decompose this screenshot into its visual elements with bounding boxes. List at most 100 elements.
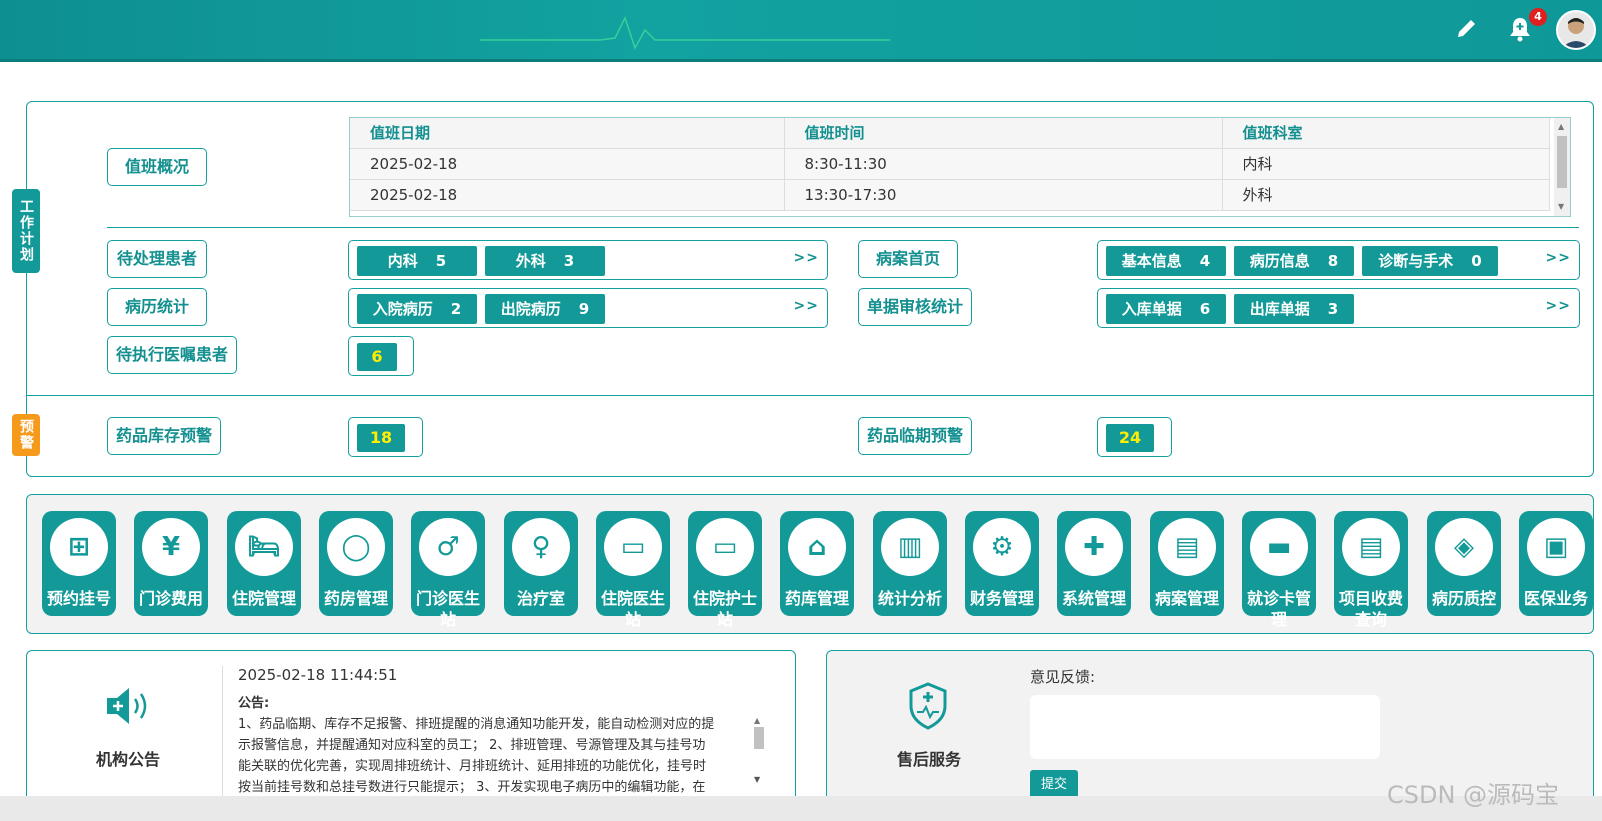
- table-cell: 外科: [1222, 179, 1550, 211]
- bed-icon: 🛏: [235, 518, 293, 576]
- pending-internal-pill[interactable]: 内科 5: [357, 246, 477, 276]
- record-home-label[interactable]: 病案首页: [858, 240, 958, 278]
- table-cell: 内科: [1222, 148, 1550, 180]
- pill-count: 2: [450, 300, 462, 318]
- record-info-pill[interactable]: 病历信息 8: [1234, 246, 1354, 276]
- duty-col-time: 值班时间: [784, 118, 1223, 149]
- module-tile[interactable]: ⚙ 财务管理: [965, 511, 1039, 616]
- pill-count: 9: [578, 300, 590, 318]
- module-tile[interactable]: ▤ 项目收费 查询: [1334, 511, 1408, 629]
- module-label: 统计分析: [877, 589, 942, 608]
- pill-icon: ◯: [327, 518, 385, 576]
- watermark: CSDN @源码宝: [1387, 781, 1560, 809]
- module-label: 门诊医生: [415, 589, 480, 608]
- more-link[interactable]: >>: [794, 250, 819, 266]
- module-label: 门诊费用: [138, 589, 203, 608]
- bell-icon[interactable]: [1508, 16, 1532, 48]
- admission-record-pill[interactable]: 入院病历 2: [357, 294, 477, 324]
- yen-icon: ¥: [142, 518, 200, 576]
- scroll-down-icon[interactable]: ▼: [754, 775, 766, 784]
- edit-icon[interactable]: [1455, 16, 1479, 46]
- pending-orders-count[interactable]: 6: [357, 343, 397, 371]
- pill-name: 外科: [515, 252, 546, 270]
- divider: [107, 227, 1579, 228]
- duty-scrollbar[interactable]: ▲ ▼: [1554, 118, 1570, 216]
- record-stats-label[interactable]: 病历统计: [107, 288, 207, 326]
- pill-name: 病历信息: [1249, 252, 1310, 270]
- pill-count: 3: [563, 252, 575, 270]
- module-tile[interactable]: ♂ 门诊医生站: [411, 511, 485, 629]
- module-tile[interactable]: ▭ 住院医生站: [596, 511, 670, 629]
- pill-count: 6: [1199, 300, 1211, 318]
- more-link[interactable]: >>: [1546, 298, 1571, 314]
- scroll-down-icon[interactable]: ▼: [1558, 202, 1564, 211]
- scroll-thumb[interactable]: [1557, 136, 1567, 188]
- module-tile[interactable]: ▭ 住院护士站: [688, 511, 762, 629]
- expiry-warning-label[interactable]: 药品临期预警: [858, 417, 972, 455]
- outbound-doc-pill[interactable]: 出库单据 3: [1234, 294, 1354, 324]
- pending-patients-label[interactable]: 待处理患者: [107, 240, 207, 278]
- stock-warning-box: 18: [348, 417, 423, 457]
- bar-chart-icon: ▥: [881, 518, 939, 576]
- feedback-textarea[interactable]: [1030, 695, 1380, 759]
- more-link[interactable]: >>: [794, 298, 819, 314]
- diagnosis-pill[interactable]: 诊断与手术 0: [1362, 246, 1498, 276]
- calendar-plus-icon: ⊞: [50, 518, 108, 576]
- doc-audit-label[interactable]: 单据审核统计: [858, 288, 972, 326]
- module-label: 系统管理: [1061, 589, 1126, 608]
- module-label: 预约挂号: [46, 589, 111, 608]
- module-tile[interactable]: ✚ 系统管理: [1057, 511, 1131, 616]
- search-doc-icon: ▤: [1342, 518, 1400, 576]
- module-tile[interactable]: ▤ 病案管理: [1150, 511, 1224, 616]
- module-label: 病历质控: [1431, 589, 1496, 608]
- module-label-cont: 站: [716, 610, 733, 629]
- speaker-icon: [105, 686, 155, 730]
- module-tile[interactable]: ¥ 门诊费用: [134, 511, 208, 616]
- avatar[interactable]: [1556, 10, 1596, 50]
- id-card-icon: ▣: [1527, 518, 1585, 576]
- table-cell: 2025-02-18: [350, 179, 785, 211]
- scroll-up-icon[interactable]: ▲: [1558, 122, 1564, 131]
- discharge-record-pill[interactable]: 出院病历 9: [485, 294, 605, 324]
- module-tile[interactable]: 🛏 住院管理: [227, 511, 301, 616]
- scroll-up-icon[interactable]: ▲: [754, 716, 766, 725]
- pill-name: 内科: [387, 252, 418, 270]
- pending-surgery-pill[interactable]: 外科 3: [485, 246, 605, 276]
- pending-orders-label[interactable]: 待执行医嘱患者: [107, 336, 237, 374]
- duty-overview-label[interactable]: 值班概况: [107, 148, 207, 186]
- stock-warning-label[interactable]: 药品库存预警: [107, 417, 221, 455]
- warehouse-icon: ⌂: [788, 518, 846, 576]
- basic-info-pill[interactable]: 基本信息 4: [1106, 246, 1226, 276]
- warning-tag: 预警: [12, 414, 40, 456]
- module-tile[interactable]: ◯ 药房管理: [319, 511, 393, 616]
- duty-col-dept: 值班科室: [1222, 118, 1550, 149]
- expiry-warning-count[interactable]: 24: [1106, 424, 1154, 452]
- module-tile[interactable]: ▬ 就诊卡管理: [1242, 511, 1316, 629]
- notice-line: 按当前挂号数和总挂号数进行只能提示； 3、开发实现电子病历中的编辑功能，在: [238, 780, 706, 795]
- module-tile[interactable]: ♀ 治疗室: [504, 511, 578, 616]
- module-tile[interactable]: ⌂ 药库管理: [780, 511, 854, 616]
- module-tile[interactable]: ▣ 医保业务: [1519, 511, 1593, 616]
- module-tile[interactable]: ⊞ 预约挂号: [42, 511, 116, 616]
- record-icon: ▤: [1158, 518, 1216, 576]
- module-label: 财务管理: [969, 589, 1034, 608]
- top-bar: [0, 0, 1602, 62]
- record-stats-box: 入院病历 2 出院病历 9 >>: [348, 288, 828, 328]
- module-label: 住院管理: [231, 589, 296, 608]
- module-tile[interactable]: ▥ 统计分析: [873, 511, 947, 616]
- divider: [27, 395, 1593, 396]
- stock-warning-count[interactable]: 18: [357, 424, 405, 452]
- doc-audit-box: 入库单据 6 出库单据 3 >>: [1097, 288, 1580, 328]
- module-label: 医保业务: [1523, 589, 1588, 608]
- work-plan-tag: 工作计划: [12, 189, 40, 273]
- inbound-doc-pill[interactable]: 入库单据 6: [1106, 294, 1226, 324]
- notice-scrollbar[interactable]: ▲ ▼: [754, 716, 766, 786]
- module-tile[interactable]: ◈ 病历质控: [1427, 511, 1501, 616]
- expiry-warning-box: 24: [1097, 417, 1172, 457]
- table-cell: 8:30-11:30: [784, 148, 1223, 180]
- pill-name: 出库单据: [1249, 300, 1310, 318]
- scroll-thumb[interactable]: [754, 727, 764, 749]
- divider: [222, 666, 223, 796]
- more-link[interactable]: >>: [1546, 250, 1571, 266]
- pill-name: 入库单据: [1121, 300, 1182, 318]
